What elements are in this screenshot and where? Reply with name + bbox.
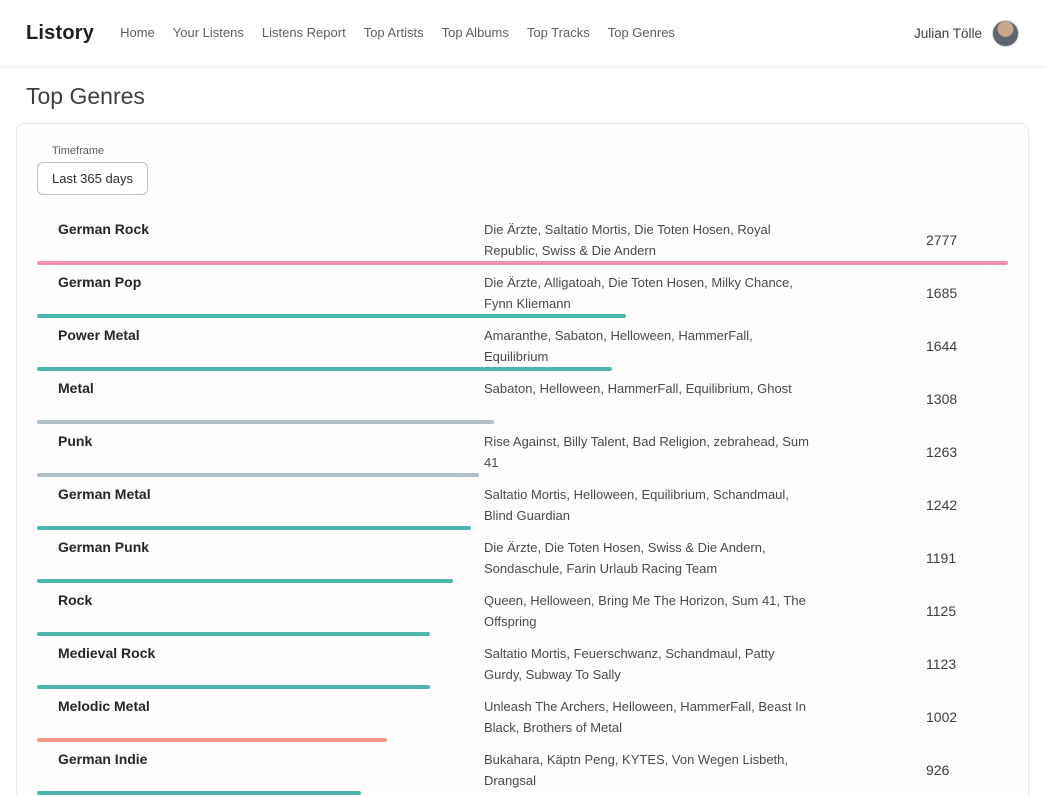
genre-row: Metal Sabaton, Helloween, HammerFall, Eq…: [37, 371, 1008, 424]
genre-artists: Die Ärzte, Die Toten Hosen, Swiss & Die …: [484, 537, 809, 579]
genre-count: 926: [926, 762, 1008, 778]
page-title: Top Genres: [26, 83, 1045, 110]
genre-row: Melodic Metal Unleash The Archers, Hello…: [37, 689, 1008, 742]
genre-artists: Unleash The Archers, Helloween, HammerFa…: [484, 696, 809, 738]
genre-artists: Amaranthe, Sabaton, Helloween, HammerFal…: [484, 325, 809, 367]
genre-name: German Indie: [37, 749, 484, 791]
genre-count: 2777: [926, 232, 1008, 248]
top-genres-card: Timeframe Last 365 days German Rock Die …: [16, 123, 1029, 796]
genre-row: German Indie Bukahara, Käptn Peng, KYTES…: [37, 742, 1008, 795]
genre-artists: Die Ärzte, Saltatio Mortis, Die Toten Ho…: [484, 219, 809, 261]
genre-count: 1125: [926, 603, 1008, 619]
genre-name: Melodic Metal: [37, 696, 484, 738]
top-navbar: Listory Home Your Listens Listens Report…: [0, 0, 1045, 66]
genre-count: 1263: [926, 444, 1008, 460]
nav-link-top-tracks[interactable]: Top Tracks: [527, 25, 590, 40]
genre-count: 1123: [926, 656, 1008, 672]
genre-artists: Saltatio Mortis, Feuerschwanz, Schandmau…: [484, 643, 809, 685]
genre-artists: Die Ärzte, Alligatoah, Die Toten Hosen, …: [484, 272, 809, 314]
genre-name: Power Metal: [37, 325, 484, 367]
main-nav: Home Your Listens Listens Report Top Art…: [120, 24, 675, 42]
genre-row: German Metal Saltatio Mortis, Helloween,…: [37, 477, 1008, 530]
genre-row: Rock Queen, Helloween, Bring Me The Hori…: [37, 583, 1008, 636]
nav-link-home[interactable]: Home: [120, 25, 155, 40]
nav-link-top-artists[interactable]: Top Artists: [364, 25, 424, 40]
user-menu: Julian Tölle: [914, 20, 1019, 47]
genre-artists: Sabaton, Helloween, HammerFall, Equilibr…: [484, 378, 809, 420]
genre-name: German Rock: [37, 219, 484, 261]
genre-bar: [37, 791, 361, 795]
genre-artists: Bukahara, Käptn Peng, KYTES, Von Wegen L…: [484, 749, 809, 791]
genre-row: German Rock Die Ärzte, Saltatio Mortis, …: [37, 212, 1008, 265]
genre-row: Medieval Rock Saltatio Mortis, Feuerschw…: [37, 636, 1008, 689]
genre-name: German Metal: [37, 484, 484, 526]
nav-link-listens-report[interactable]: Listens Report: [262, 25, 346, 40]
genre-list: German Rock Die Ärzte, Saltatio Mortis, …: [37, 212, 1008, 795]
genre-count: 1308: [926, 391, 1008, 407]
genre-name: Punk: [37, 431, 484, 473]
genre-row: German Pop Die Ärzte, Alligatoah, Die To…: [37, 265, 1008, 318]
genre-count: 1002: [926, 709, 1008, 725]
user-name[interactable]: Julian Tölle: [914, 26, 982, 41]
timeframe-label: Timeframe: [52, 145, 1008, 157]
genre-count: 1191: [926, 550, 1008, 566]
genre-artists: Queen, Helloween, Bring Me The Horizon, …: [484, 590, 809, 632]
genre-count: 1644: [926, 338, 1008, 354]
user-avatar[interactable]: [992, 20, 1019, 47]
genre-count: 1685: [926, 285, 1008, 301]
genre-name: Rock: [37, 590, 484, 632]
brand-logo[interactable]: Listory: [26, 22, 94, 45]
genre-count: 1242: [926, 497, 1008, 513]
genre-name: Metal: [37, 378, 484, 420]
nav-link-top-genres[interactable]: Top Genres: [608, 25, 675, 40]
nav-link-top-albums[interactable]: Top Albums: [442, 25, 509, 40]
nav-link-your-listens[interactable]: Your Listens: [173, 25, 244, 40]
genre-name: German Punk: [37, 537, 484, 579]
genre-name: Medieval Rock: [37, 643, 484, 685]
genre-row: Power Metal Amaranthe, Sabaton, Hellowee…: [37, 318, 1008, 371]
genre-artists: Saltatio Mortis, Helloween, Equilibrium,…: [484, 484, 809, 526]
timeframe-select[interactable]: Last 365 days: [37, 162, 148, 195]
genre-row: Punk Rise Against, Billy Talent, Bad Rel…: [37, 424, 1008, 477]
genre-row: German Punk Die Ärzte, Die Toten Hosen, …: [37, 530, 1008, 583]
genre-artists: Rise Against, Billy Talent, Bad Religion…: [484, 431, 809, 473]
genre-name: German Pop: [37, 272, 484, 314]
